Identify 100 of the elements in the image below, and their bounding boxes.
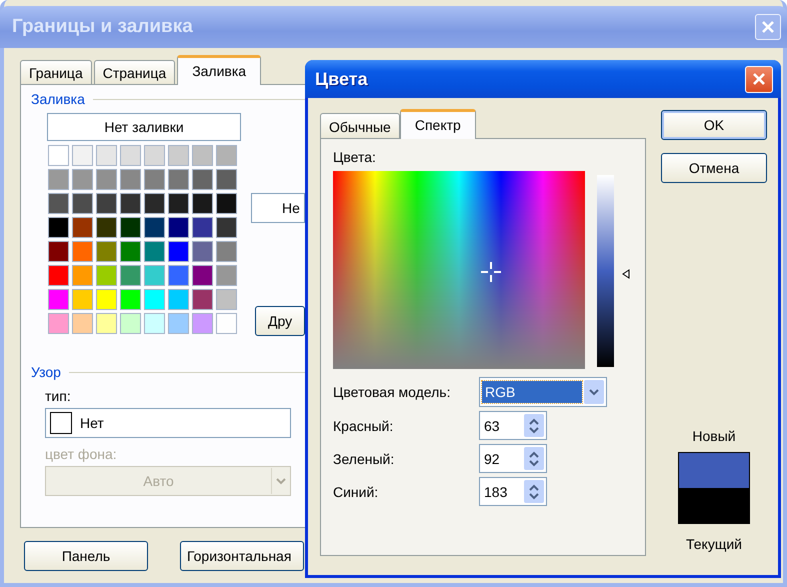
color-spectrum[interactable]	[333, 171, 585, 369]
color-swatch[interactable]	[120, 265, 141, 286]
color-swatch[interactable]	[120, 241, 141, 262]
color-swatch[interactable]	[192, 265, 213, 286]
color-swatch[interactable]	[96, 193, 117, 214]
field-label: Зеленый:	[333, 450, 396, 466]
color-swatch[interactable]	[72, 265, 93, 286]
color-swatch[interactable]	[72, 313, 93, 334]
color-swatch[interactable]	[216, 217, 237, 238]
color-swatch[interactable]	[144, 193, 165, 214]
color-swatch[interactable]	[216, 145, 237, 166]
color-swatch[interactable]	[192, 145, 213, 166]
color-swatch[interactable]	[48, 169, 69, 190]
color-swatch[interactable]	[72, 289, 93, 310]
tab[interactable]: Спектр	[400, 109, 476, 139]
color-swatch[interactable]	[48, 145, 69, 166]
tab[interactable]: Обычные	[320, 113, 400, 138]
color-swatch[interactable]	[216, 289, 237, 310]
spin-arrows-icon[interactable]	[528, 416, 540, 434]
color-swatch[interactable]	[96, 313, 117, 334]
color-swatch[interactable]	[144, 169, 165, 190]
tab[interactable]: Заливка	[177, 55, 262, 85]
number-field[interactable]: 183	[479, 477, 547, 506]
color-swatch[interactable]	[168, 289, 189, 310]
crosshair-icon[interactable]	[480, 261, 502, 284]
number-field[interactable]: 63	[479, 411, 547, 440]
color-swatch[interactable]	[144, 289, 165, 310]
slider-arrow-icon[interactable]	[622, 269, 630, 280]
color-swatch[interactable]	[120, 217, 141, 238]
field-label: Красный:	[333, 418, 394, 434]
color-swatch[interactable]	[216, 265, 237, 286]
color-swatch[interactable]	[192, 217, 213, 238]
tab[interactable]: Страница	[94, 60, 176, 84]
color-swatch[interactable]	[48, 241, 69, 262]
lightness-bar[interactable]	[597, 175, 614, 367]
number-field[interactable]: 92	[479, 444, 547, 473]
close-icon[interactable]	[752, 72, 766, 86]
horizontal-line-button[interactable]: Горизонтальная	[180, 541, 304, 571]
color-swatch[interactable]	[168, 145, 189, 166]
color-swatch[interactable]	[192, 169, 213, 190]
field-label: Цветовая модель:	[333, 384, 452, 400]
color-swatch[interactable]	[168, 265, 189, 286]
color-swatch[interactable]	[96, 145, 117, 166]
color-swatch[interactable]	[168, 313, 189, 334]
color-preview	[678, 452, 750, 524]
close-button[interactable]	[755, 14, 781, 40]
tab[interactable]: Граница	[20, 60, 92, 84]
color-swatch[interactable]	[192, 193, 213, 214]
cancel-button[interactable]: Отмена	[661, 153, 767, 183]
color-swatch[interactable]	[48, 193, 69, 214]
ok-button[interactable]: OK	[661, 110, 767, 140]
color-swatch[interactable]	[192, 241, 213, 262]
color-swatch[interactable]	[96, 289, 117, 310]
color-swatch[interactable]	[120, 169, 141, 190]
color-swatch[interactable]	[144, 145, 165, 166]
color-swatch[interactable]	[168, 169, 189, 190]
color-swatch[interactable]	[96, 217, 117, 238]
color-swatch[interactable]	[96, 169, 117, 190]
color-swatch[interactable]	[72, 217, 93, 238]
spin-arrows-icon[interactable]	[528, 450, 540, 468]
color-swatch[interactable]	[120, 145, 141, 166]
close-icon[interactable]	[761, 20, 775, 34]
color-swatch[interactable]	[144, 313, 165, 334]
color-swatch[interactable]	[144, 265, 165, 286]
chevron-down-icon	[589, 388, 599, 396]
option-button[interactable]: Не	[251, 193, 305, 223]
color-swatch[interactable]	[216, 169, 237, 190]
pattern-swatch-icon	[50, 412, 72, 434]
color-swatch[interactable]	[48, 313, 69, 334]
color-swatch[interactable]	[216, 313, 237, 334]
color-swatch[interactable]	[192, 313, 213, 334]
panel-button[interactable]: Панель	[24, 541, 148, 571]
color-swatch[interactable]	[48, 289, 69, 310]
color-swatch[interactable]	[168, 241, 189, 262]
chevron-down-icon	[276, 478, 286, 484]
color-swatch[interactable]	[144, 241, 165, 262]
pattern-type-field[interactable]: Нет	[45, 408, 291, 438]
no-fill-button[interactable]: Нет заливки	[47, 113, 241, 141]
color-swatch[interactable]	[192, 289, 213, 310]
color-swatch[interactable]	[48, 217, 69, 238]
spin-arrows-icon[interactable]	[528, 482, 540, 500]
color-model-dropdown[interactable]: RGB	[479, 377, 607, 407]
color-swatch[interactable]	[168, 217, 189, 238]
field-label: цвет фона:	[45, 446, 117, 462]
color-swatch[interactable]	[72, 169, 93, 190]
color-swatch[interactable]	[144, 217, 165, 238]
color-swatch[interactable]	[120, 289, 141, 310]
color-swatch[interactable]	[120, 313, 141, 334]
color-swatch[interactable]	[72, 145, 93, 166]
color-swatch[interactable]	[72, 241, 93, 262]
color-swatch[interactable]	[48, 265, 69, 286]
color-swatch[interactable]	[96, 265, 117, 286]
color-swatch[interactable]	[216, 193, 237, 214]
color-swatch[interactable]	[72, 193, 93, 214]
color-swatch[interactable]	[168, 193, 189, 214]
color-swatch[interactable]	[120, 193, 141, 214]
color-swatch[interactable]	[96, 241, 117, 262]
color-swatch[interactable]	[216, 241, 237, 262]
window-title: Цвета	[315, 68, 368, 90]
more-colors-button[interactable]: Дру	[255, 306, 305, 336]
